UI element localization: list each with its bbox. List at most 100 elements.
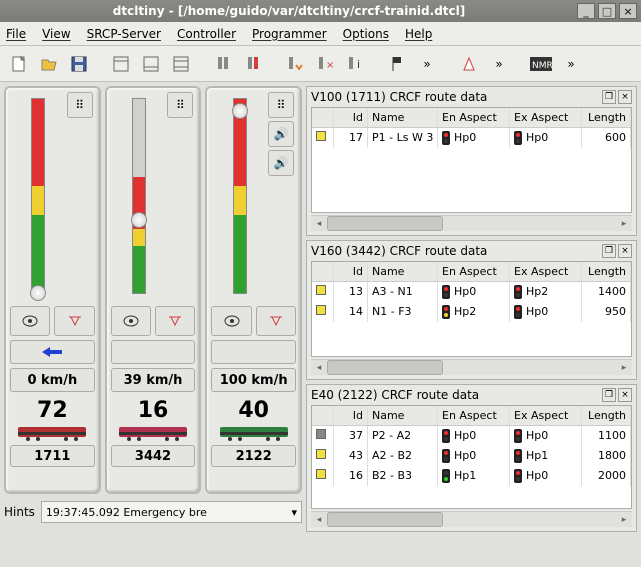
headlight-icon[interactable] bbox=[211, 306, 251, 336]
menu-programmer[interactable]: Programmer bbox=[252, 27, 327, 41]
slider-handle[interactable] bbox=[30, 285, 46, 301]
speed-slider[interactable] bbox=[233, 98, 247, 294]
header-id[interactable]: Id bbox=[334, 406, 368, 425]
headlight-icon[interactable] bbox=[111, 306, 151, 336]
scroll-thumb[interactable] bbox=[327, 360, 443, 375]
direction-button[interactable] bbox=[211, 340, 296, 364]
more1-button[interactable]: » bbox=[414, 51, 440, 77]
close-icon[interactable]: × bbox=[618, 90, 632, 104]
header-id[interactable]: Id bbox=[334, 108, 368, 127]
horizontal-scrollbar[interactable]: ◂ ▸ bbox=[311, 511, 632, 527]
menu-view[interactable]: View bbox=[42, 27, 70, 41]
row-marker bbox=[316, 449, 326, 459]
view3-button[interactable] bbox=[168, 51, 194, 77]
slider-handle[interactable] bbox=[232, 103, 248, 119]
signal-icon bbox=[442, 131, 450, 145]
close-icon[interactable]: × bbox=[618, 388, 632, 402]
new-button[interactable] bbox=[6, 51, 32, 77]
signal-icon bbox=[442, 469, 450, 483]
dots-icon[interactable]: ⠿ bbox=[268, 92, 294, 118]
scroll-left-icon[interactable]: ◂ bbox=[311, 512, 327, 527]
slider-handle[interactable] bbox=[131, 212, 147, 228]
dots-icon[interactable]: ⠿ bbox=[167, 92, 193, 118]
header-en[interactable]: En Aspect bbox=[438, 406, 510, 425]
cone-button[interactable] bbox=[456, 51, 482, 77]
header-en[interactable]: En Aspect bbox=[438, 262, 510, 281]
header-en[interactable]: En Aspect bbox=[438, 108, 510, 127]
scroll-right-icon[interactable]: ▸ bbox=[616, 216, 632, 231]
open-button[interactable] bbox=[36, 51, 62, 77]
scroll-right-icon[interactable]: ▸ bbox=[616, 360, 632, 375]
pantograph-icon[interactable] bbox=[256, 306, 296, 336]
header-ex[interactable]: Ex Aspect bbox=[510, 108, 582, 127]
view2-button[interactable] bbox=[138, 51, 164, 77]
header-name[interactable]: Name bbox=[368, 406, 438, 425]
signal2-button[interactable] bbox=[240, 51, 266, 77]
signal-icon bbox=[514, 305, 522, 319]
header-ex[interactable]: Ex Aspect bbox=[510, 262, 582, 281]
menu-controller[interactable]: Controller bbox=[177, 27, 236, 41]
header-length[interactable]: Length bbox=[582, 108, 631, 127]
header-id[interactable]: Id bbox=[334, 262, 368, 281]
direction-button[interactable] bbox=[111, 340, 196, 364]
panel-title: E40 (2122) CRCF route data bbox=[311, 388, 600, 402]
header-name[interactable]: Name bbox=[368, 262, 438, 281]
speed-slider[interactable] bbox=[31, 98, 45, 294]
table-row[interactable]: 43 A2 - B2 Hp0 Hp1 1800 bbox=[312, 446, 631, 466]
pantograph-icon[interactable] bbox=[155, 306, 195, 336]
maximize-button[interactable]: □ bbox=[598, 3, 616, 19]
header-name[interactable]: Name bbox=[368, 108, 438, 127]
save-button[interactable] bbox=[66, 51, 92, 77]
cell-ex-aspect: Hp0 bbox=[510, 302, 582, 322]
nmr-button[interactable]: NMR bbox=[528, 51, 554, 77]
pantograph-icon[interactable] bbox=[54, 306, 94, 336]
speaker-icon[interactable]: 🔊 bbox=[268, 121, 294, 147]
close-icon[interactable]: × bbox=[618, 244, 632, 258]
view1-button[interactable] bbox=[108, 51, 134, 77]
restore-icon[interactable]: ❐ bbox=[602, 244, 616, 258]
table-row[interactable]: 37 P2 - A2 Hp0 Hp0 1100 bbox=[312, 426, 631, 446]
loco-info-button[interactable]: i bbox=[342, 51, 368, 77]
direction-button[interactable] bbox=[10, 340, 95, 364]
menu-srcp[interactable]: SRCP-Server bbox=[87, 27, 161, 41]
loco-stop-button[interactable]: × bbox=[312, 51, 338, 77]
header-length[interactable]: Length bbox=[582, 262, 631, 281]
cell-id: 16 bbox=[334, 466, 368, 486]
scroll-thumb[interactable] bbox=[327, 216, 443, 231]
hints-combo[interactable]: 19:37:45.092 Emergency bre ▾ bbox=[41, 501, 302, 523]
scroll-right-icon[interactable]: ▸ bbox=[616, 512, 632, 527]
cell-name: P2 - A2 bbox=[368, 426, 438, 446]
flag-button[interactable] bbox=[384, 51, 410, 77]
table-row[interactable]: 17 P1 - Ls W 3 Hp0 Hp0 600 bbox=[312, 128, 631, 148]
header-ex[interactable]: Ex Aspect bbox=[510, 406, 582, 425]
minimize-button[interactable]: _ bbox=[577, 3, 595, 19]
dots-icon[interactable]: ⠿ bbox=[67, 92, 93, 118]
close-button[interactable]: × bbox=[619, 3, 637, 19]
dropdown-icon: ▾ bbox=[291, 506, 297, 519]
restore-icon[interactable]: ❐ bbox=[602, 90, 616, 104]
table-row[interactable]: 16 B2 - B3 Hp1 Hp0 2000 bbox=[312, 466, 631, 486]
scroll-left-icon[interactable]: ◂ bbox=[311, 360, 327, 375]
menu-file[interactable]: File bbox=[6, 27, 26, 41]
header-length[interactable]: Length bbox=[582, 406, 631, 425]
menu-options[interactable]: Options bbox=[343, 27, 389, 41]
menu-help[interactable]: Help bbox=[405, 27, 432, 41]
loco-down-button[interactable] bbox=[282, 51, 308, 77]
scroll-left-icon[interactable]: ◂ bbox=[311, 216, 327, 231]
table-row[interactable]: 13 A3 - N1 Hp0 Hp2 1400 bbox=[312, 282, 631, 302]
more2-button[interactable]: » bbox=[486, 51, 512, 77]
horizontal-scrollbar[interactable]: ◂ ▸ bbox=[311, 359, 632, 375]
signal1-button[interactable] bbox=[210, 51, 236, 77]
horizontal-scrollbar[interactable]: ◂ ▸ bbox=[311, 215, 632, 231]
speed-display: 39 km/h bbox=[111, 368, 196, 392]
speaker-icon[interactable]: 🔊 bbox=[268, 150, 294, 176]
restore-icon[interactable]: ❐ bbox=[602, 388, 616, 402]
table-row[interactable]: 14 N1 - F3 Hp2 Hp0 950 bbox=[312, 302, 631, 322]
speed-slider[interactable] bbox=[132, 98, 146, 294]
headlight-icon[interactable] bbox=[10, 306, 50, 336]
loco-icon bbox=[12, 423, 92, 441]
scroll-thumb[interactable] bbox=[327, 512, 443, 527]
cell-length: 1100 bbox=[582, 426, 631, 446]
address-display: 1711 bbox=[10, 445, 95, 467]
more3-button[interactable]: » bbox=[558, 51, 584, 77]
